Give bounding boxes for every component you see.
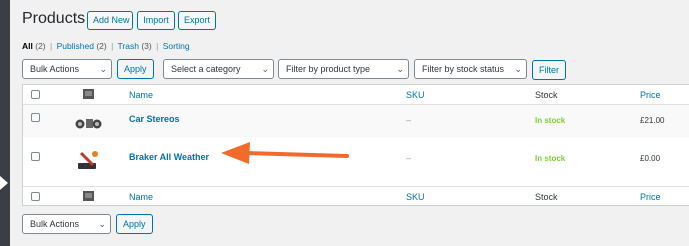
column-price-header[interactable]: Price: [640, 90, 661, 100]
status-published-count: (2): [96, 41, 107, 51]
chevron-down-icon: ⌄: [99, 64, 107, 74]
product-name-link[interactable]: Braker All Weather: [129, 152, 209, 162]
category-value: Select a category: [171, 64, 241, 74]
stock-status: In stock: [535, 116, 566, 125]
category-select[interactable]: Select a category ⌄: [163, 59, 274, 79]
bottom-apply-button[interactable]: Apply: [116, 214, 153, 234]
brake-tool-thumbnail-icon: [78, 151, 98, 169]
stock-status-value: Filter by stock status: [422, 64, 505, 74]
separator: |: [50, 41, 53, 51]
product-name-link[interactable]: Car Stereos: [129, 114, 180, 124]
chevron-down-icon: ⌄: [396, 64, 404, 74]
admin-menu-edge: [0, 0, 10, 246]
import-button[interactable]: Import: [137, 11, 175, 30]
current-menu-pointer-icon: [0, 176, 8, 190]
select-all-checkbox[interactable]: [31, 90, 40, 99]
car-stereos-thumbnail-icon: [75, 119, 102, 129]
products-table: Name SKU Stock Price Car Stereos – In st…: [22, 84, 689, 206]
bulk-actions-value: Bulk Actions: [30, 64, 80, 74]
stock-status: In stock: [535, 154, 566, 163]
sku-value: –: [406, 153, 412, 163]
select-all-checkbox[interactable]: [31, 192, 40, 201]
column-stock-header: Stock: [535, 90, 558, 100]
status-all-count: (2): [35, 41, 46, 51]
status-filter-links: All (2) | Published (2) | Trash (3) | So…: [22, 41, 190, 51]
table-header-row: Name SKU Stock Price: [23, 85, 689, 105]
stock-status-select[interactable]: Filter by stock status ⌄: [414, 59, 527, 79]
status-trash-count: (3): [141, 41, 152, 51]
column-name-footer[interactable]: Name: [129, 192, 153, 202]
bottom-bulk-actions-select[interactable]: Bulk Actions ⌄: [22, 214, 111, 234]
add-new-button[interactable]: Add New: [87, 11, 133, 30]
bottom-bulk-actions-value: Bulk Actions: [30, 219, 80, 229]
price-value: £0.00: [640, 154, 661, 163]
sorting-link[interactable]: Sorting: [163, 41, 190, 51]
separator: |: [156, 41, 159, 51]
column-name-header[interactable]: Name: [129, 90, 153, 100]
table-footer-row: Name SKU Stock Price: [23, 186, 689, 205]
price-value: £21.00: [640, 116, 665, 125]
chevron-down-icon: ⌄: [98, 219, 106, 229]
row-checkbox[interactable]: [31, 152, 40, 161]
column-stock-footer: Stock: [535, 192, 558, 202]
separator: |: [111, 41, 114, 51]
products-page: Products Add New Import Export All (2) |…: [0, 0, 689, 246]
product-type-value: Filter by product type: [286, 64, 371, 74]
table-row: Car Stereos – In stock £21.00: [23, 105, 689, 137]
bulk-actions-select[interactable]: Bulk Actions ⌄: [22, 59, 112, 79]
column-sku-footer[interactable]: SKU: [406, 192, 425, 202]
row-checkbox[interactable]: [31, 113, 40, 122]
filter-button[interactable]: Filter: [532, 60, 566, 80]
column-price-footer[interactable]: Price: [640, 192, 661, 202]
image-column-icon: [83, 191, 94, 201]
page-title: Products: [22, 10, 86, 27]
export-button[interactable]: Export: [178, 11, 216, 30]
table-row: Braker All Weather – In stock £0.00: [23, 137, 689, 185]
status-trash-link[interactable]: Trash: [118, 41, 139, 51]
apply-button[interactable]: Apply: [117, 59, 154, 79]
chevron-down-icon: ⌄: [514, 64, 522, 74]
product-type-select[interactable]: Filter by product type ⌄: [278, 59, 409, 79]
image-column-icon: [83, 89, 94, 99]
status-all-link[interactable]: All: [22, 41, 33, 51]
chevron-down-icon: ⌄: [261, 64, 269, 74]
column-sku-header[interactable]: SKU: [406, 90, 425, 100]
status-published-link[interactable]: Published: [57, 41, 94, 51]
sku-value: –: [406, 115, 412, 125]
